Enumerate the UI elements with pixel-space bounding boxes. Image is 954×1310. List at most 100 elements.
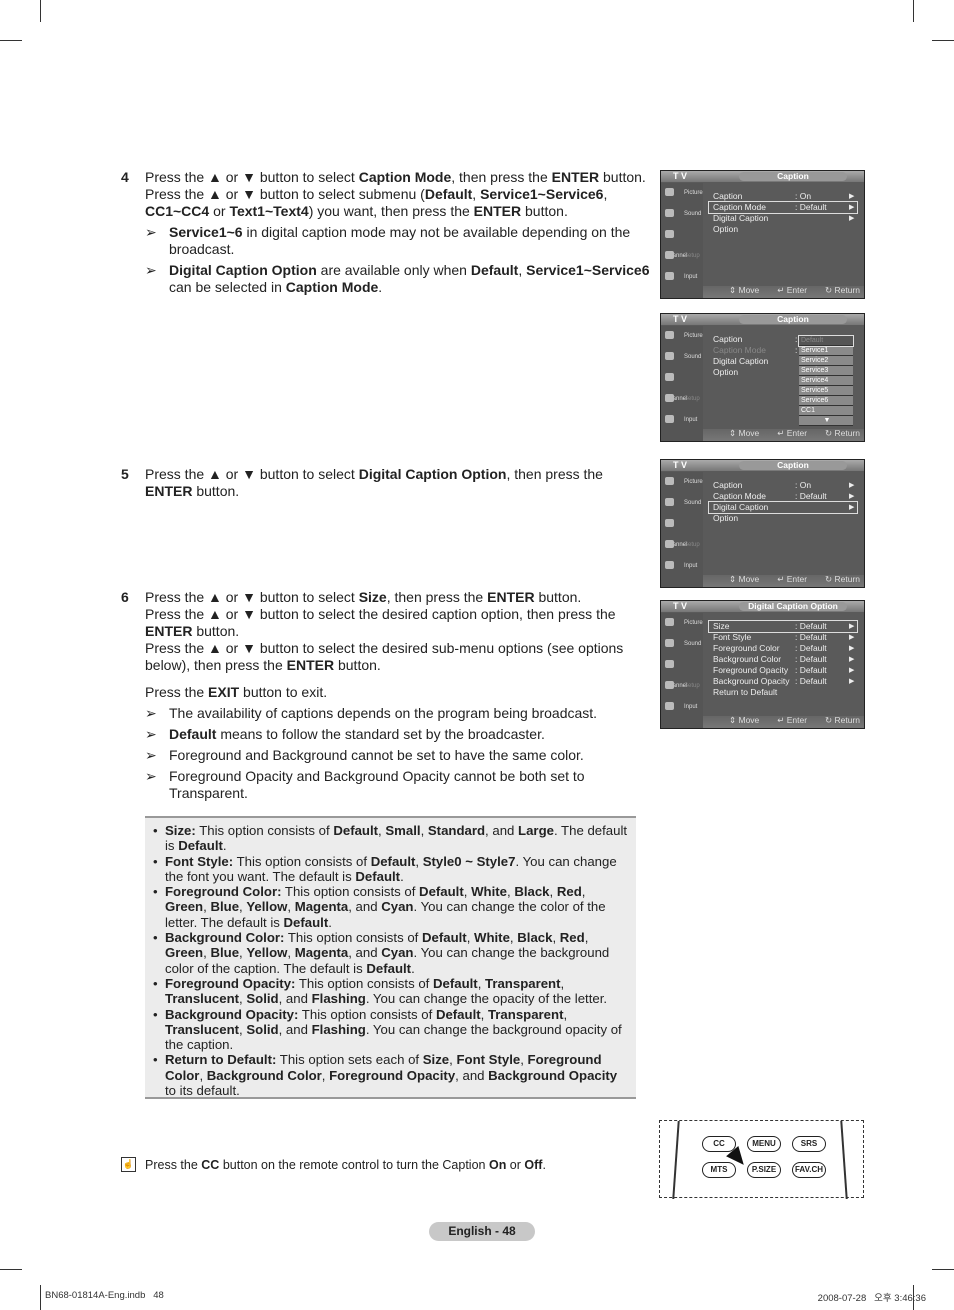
osd-sidebar-item-input[interactable]: Input bbox=[661, 410, 703, 431]
osd-enter-hint: ↵ Enter bbox=[777, 715, 808, 725]
osd-dropdown-option[interactable]: CC1 bbox=[799, 406, 853, 416]
bold-term: ENTER bbox=[145, 623, 193, 639]
bold-term: Service1~Service6 bbox=[526, 262, 650, 278]
bold-term: Text1~Text4 bbox=[229, 203, 309, 219]
note-arrow-icon: ➢ bbox=[145, 705, 157, 721]
step-number: 6 bbox=[121, 589, 129, 605]
osd-dropdown-option[interactable]: ▼ bbox=[799, 416, 853, 426]
osd-sidebar-item-sound[interactable]: Sound bbox=[661, 493, 703, 514]
bold-term: Red bbox=[556, 884, 582, 900]
bold-term: Yellow bbox=[246, 899, 288, 915]
input-icon bbox=[665, 702, 674, 711]
arrow-right-icon bbox=[849, 687, 857, 698]
osd-dropdown-option[interactable]: Service2 bbox=[799, 356, 853, 366]
bold-term: Cyan bbox=[381, 899, 414, 915]
osd-menu-item[interactable]: Font Style: Default ▶ bbox=[709, 632, 857, 643]
note: ➢ Digital Caption Option are available on… bbox=[145, 262, 650, 295]
osd-sidebar-item-channel[interactable]: Channel bbox=[661, 368, 703, 402]
osd-menu-item[interactable]: Size: Default ▶ bbox=[708, 620, 858, 633]
osd-menu-item[interactable]: Foreground Opacity: Default ▶ bbox=[709, 665, 857, 676]
osd-menu-item[interactable]: Digital Caption Option ▶ bbox=[709, 213, 857, 234]
arrow-right-icon: ▶ bbox=[849, 193, 855, 200]
osd-dropdown-option[interactable]: Service1 bbox=[799, 346, 853, 356]
bold-term: Black bbox=[514, 884, 550, 900]
osd-tv-label: T V bbox=[673, 171, 688, 181]
osd-sidebar-item-picture[interactable]: Picture bbox=[661, 472, 703, 493]
step-line: Press the ▲ or ▼ button to select Captio… bbox=[145, 169, 646, 185]
note-arrow-icon: ➢ bbox=[145, 768, 157, 784]
setup-icon bbox=[665, 251, 674, 260]
tip-text: Press the CC button on the remote contro… bbox=[145, 1157, 546, 1172]
osd-sidebar-item-channel[interactable]: Channel bbox=[661, 225, 703, 259]
remote-mts-button[interactable]: MTS bbox=[702, 1162, 736, 1178]
remote-cc-button[interactable]: CC bbox=[702, 1136, 736, 1152]
remote-psize-button[interactable]: P.SIZE bbox=[747, 1162, 781, 1178]
osd-dropdown-option[interactable]: Service6 bbox=[799, 396, 853, 406]
bold-term: Green bbox=[165, 945, 204, 961]
osd-menu-item[interactable]: Background Opacity: Default ▶ bbox=[709, 676, 857, 687]
osd-return-hint: ↻ Return bbox=[825, 715, 860, 725]
bold-term: Default bbox=[283, 914, 329, 930]
note-arrow-icon: ➢ bbox=[145, 747, 157, 763]
step-line: Press the ▲ or ▼ button to select the de… bbox=[145, 640, 624, 673]
osd-sidebar-item-input[interactable]: Input bbox=[661, 697, 703, 718]
osd-menu-item[interactable]: Caption: On ▶ bbox=[709, 191, 857, 202]
bold-term: Blue bbox=[210, 945, 240, 961]
osd-move-hint: ⇕ Move bbox=[729, 574, 760, 584]
osd-sidebar-item-sound[interactable]: Sound bbox=[661, 634, 703, 655]
osd-dropdown-option[interactable]: Service4 bbox=[799, 376, 853, 386]
bold-term: ENTER bbox=[286, 657, 335, 673]
arrow-right-icon: ▶ bbox=[849, 645, 855, 652]
bold-term: Transparent bbox=[487, 1006, 564, 1022]
osd-sidebar-item-setup[interactable]: Setup bbox=[661, 389, 703, 410]
remote-srs-button[interactable]: SRS bbox=[792, 1136, 826, 1152]
osd-sidebar-item-setup[interactable]: Setup bbox=[661, 676, 703, 697]
osd-menu-item[interactable]: Foreground Color: Default ▶ bbox=[709, 643, 857, 654]
osd-tv-label: T V bbox=[673, 314, 688, 324]
cc-tip: ☝ Press the CC button on the remote cont… bbox=[121, 1157, 546, 1172]
osd-sidebar-item-channel[interactable]: Channel bbox=[661, 514, 703, 548]
bold-term: Background Opacity: bbox=[165, 1006, 299, 1022]
bold-term: Solid bbox=[246, 991, 279, 1007]
crop-mark bbox=[932, 40, 954, 41]
input-icon bbox=[665, 272, 674, 281]
osd-menu-item[interactable]: Background Color: Default ▶ bbox=[709, 654, 857, 665]
bullet-icon: • bbox=[153, 930, 158, 946]
print-footer-date: 2008-07-28 오후 3:46:36 bbox=[817, 1293, 926, 1304]
bold-term: Solid bbox=[246, 1021, 279, 1037]
osd-menu-item[interactable]: Caption Mode: Default ▶ bbox=[708, 201, 858, 214]
osd-menu-item[interactable]: Digital Caption Option ▶ bbox=[708, 501, 858, 523]
osd-sidebar-item-sound[interactable]: Sound bbox=[661, 347, 703, 368]
osd-move-hint: ⇕ Move bbox=[729, 428, 760, 438]
bold-term: Background Color: bbox=[165, 930, 285, 946]
osd-sidebar-item-sound[interactable]: Sound bbox=[661, 204, 703, 225]
osd-dropdown-option[interactable]: Service3 bbox=[799, 366, 853, 376]
bold-term: Flashing bbox=[311, 1021, 366, 1037]
osd-screen-caption-mode: T V Caption Picture Sound Channel Setup Input C… bbox=[660, 170, 865, 299]
bullet-icon: • bbox=[153, 823, 158, 838]
step-line: Press the EXIT button to exit. bbox=[145, 684, 328, 700]
osd-sidebar-item-picture[interactable]: Picture bbox=[661, 613, 703, 634]
osd-sidebar-item-picture[interactable]: Picture bbox=[661, 326, 703, 347]
osd-sidebar-item-setup[interactable]: Setup bbox=[661, 535, 703, 556]
picture-icon bbox=[665, 477, 674, 486]
bold-term: White bbox=[471, 884, 507, 900]
osd-menu-item[interactable]: Caption Mode: Default ▶ bbox=[709, 491, 857, 502]
osd-dropdown-option[interactable]: Service5 bbox=[799, 386, 853, 396]
remote-favch-button[interactable]: FAV.CH bbox=[792, 1162, 826, 1178]
osd-sidebar: Picture Sound Channel Setup Input bbox=[661, 613, 703, 728]
osd-sidebar-item-picture[interactable]: Picture bbox=[661, 183, 703, 204]
osd-menu-item[interactable]: Caption: On ▶ bbox=[709, 480, 857, 491]
remote-menu-button[interactable]: MENU bbox=[747, 1136, 781, 1152]
osd-sidebar-item-setup[interactable]: Setup bbox=[661, 246, 703, 267]
osd-return-hint: ↻ Return bbox=[825, 574, 860, 584]
osd-menu-item[interactable]: Return to Default bbox=[709, 687, 857, 698]
osd-sidebar-item-channel[interactable]: Channel bbox=[661, 655, 703, 689]
bold-term: Digital Caption Option bbox=[169, 262, 317, 278]
bold-term: Default bbox=[366, 960, 412, 976]
osd-sidebar-item-input[interactable]: Input bbox=[661, 556, 703, 577]
osd-dropdown-option[interactable]: Default bbox=[798, 335, 854, 347]
osd-sidebar-item-input[interactable]: Input bbox=[661, 267, 703, 288]
osd-return-hint: ↻ Return bbox=[825, 428, 860, 438]
osd-menu: Caption: On ▶ Caption Mode: Default ▶ Digita… bbox=[708, 480, 858, 523]
